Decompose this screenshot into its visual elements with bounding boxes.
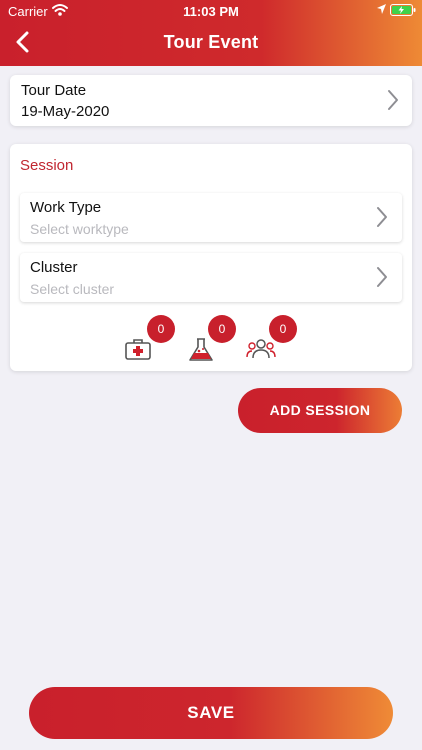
session-card: Session Work Type Select worktype Cluste… — [10, 144, 412, 371]
work-type-selector[interactable]: Work Type Select worktype — [20, 193, 402, 242]
tour-date-label: Tour Date — [21, 82, 87, 99]
first-aid-count-badge: 0 — [147, 315, 175, 343]
session-title: Session — [20, 157, 74, 174]
chevron-right-icon — [377, 267, 387, 287]
people-counter[interactable]: 0 — [246, 315, 297, 365]
battery-charging-icon — [390, 4, 416, 16]
work-type-label: Work Type — [30, 199, 102, 216]
lab-flask-icon — [189, 338, 213, 361]
cluster-placeholder: Select cluster — [30, 281, 115, 297]
location-arrow-icon — [377, 4, 386, 14]
first-aid-counter[interactable]: 0 — [124, 315, 175, 365]
chevron-right-icon — [377, 207, 387, 227]
add-session-button[interactable]: ADD SESSION — [238, 388, 402, 433]
page-title: Tour Event — [163, 32, 259, 52]
save-button[interactable]: SAVE — [29, 687, 393, 739]
lab-count-badge: 0 — [208, 315, 236, 343]
top-bar: Carrier 11:03 PM Tour Event — [0, 0, 422, 66]
status-time: 11:03 PM — [183, 4, 239, 19]
first-aid-kit-icon — [125, 339, 151, 360]
chevron-right-icon — [388, 90, 398, 110]
cluster-selector[interactable]: Cluster Select cluster — [20, 253, 402, 302]
tour-date-value: 19-May-2020 — [21, 103, 110, 120]
status-bar: Carrier 11:03 PM — [0, 0, 422, 22]
tour-date-row[interactable]: Tour Date 19-May-2020 — [10, 75, 412, 126]
work-type-placeholder: Select worktype — [30, 221, 129, 237]
cluster-label: Cluster — [30, 259, 78, 276]
group-people-icon — [246, 339, 276, 359]
lab-counter[interactable]: 0 — [187, 315, 237, 365]
people-count-badge: 0 — [269, 315, 297, 343]
